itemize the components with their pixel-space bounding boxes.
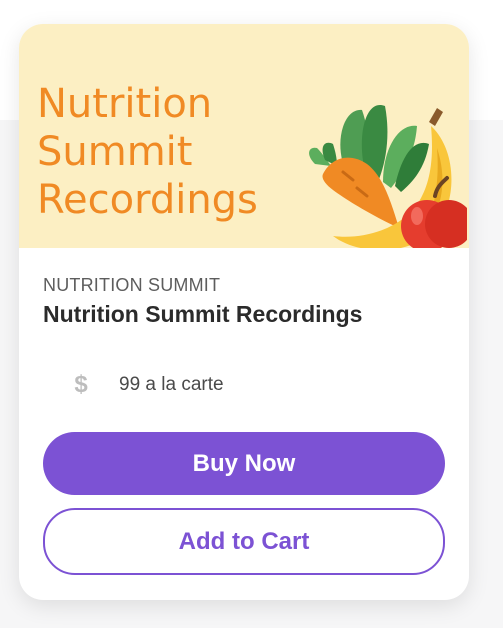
price-row: $ 99 a la carte <box>69 370 224 400</box>
buy-now-button[interactable]: Buy Now <box>43 432 445 495</box>
product-hero-banner: Nutrition Summit Recordings <box>19 24 469 248</box>
dollar-icon: $ <box>74 371 88 398</box>
hero-title-line-1: Nutrition <box>37 81 213 127</box>
add-to-cart-button[interactable]: Add to Cart <box>43 508 445 575</box>
price-text: 99 a la carte <box>119 374 224 395</box>
hero-title-line-2: Summit <box>37 129 193 175</box>
product-title: Nutrition Summit Recordings <box>43 301 363 327</box>
hero-title-line-3: Recordings <box>37 177 258 223</box>
product-card: Nutrition Summit Recordings NUTRITION SU… <box>19 24 469 600</box>
product-details: NUTRITION SUMMIT Nutrition Summit Record… <box>43 274 445 328</box>
hero-title: Nutrition Summit Recordings <box>37 80 258 224</box>
apple-highlight <box>411 207 423 225</box>
product-category: NUTRITION SUMMIT <box>43 275 221 295</box>
banana-stem <box>429 108 443 126</box>
produce-illustration <box>309 104 467 248</box>
